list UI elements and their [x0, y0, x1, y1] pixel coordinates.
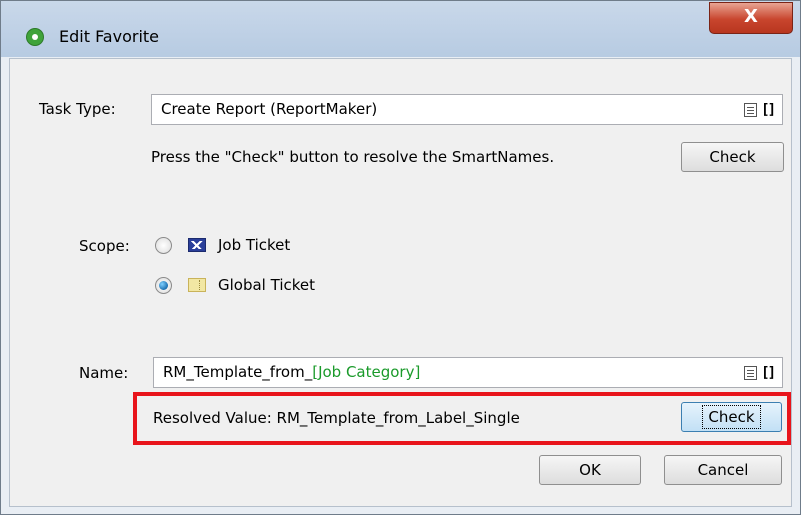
title-bar[interactable]: Edit Favorite X — [1, 1, 800, 57]
close-button[interactable]: X — [709, 2, 793, 34]
resolved-value-text: Resolved Value: RM_Template_from_Label_S… — [153, 409, 520, 427]
global-ticket-radio[interactable] — [155, 277, 172, 294]
cancel-label: Cancel — [697, 461, 749, 479]
smartname-bracket-icon[interactable]: [] — [761, 366, 776, 380]
name-field[interactable]: RM_Template_from_[Job Category] [] — [153, 357, 783, 388]
job-ticket-radio[interactable] — [155, 237, 172, 254]
check-hint-text: Press the "Check" button to resolve the … — [151, 148, 555, 166]
cancel-button[interactable]: Cancel — [664, 455, 782, 485]
scope-label: Scope: — [79, 237, 130, 255]
task-type-check-button[interactable]: Check — [681, 142, 784, 172]
ok-button[interactable]: OK — [539, 455, 641, 485]
task-type-label: Task Type: — [39, 100, 116, 118]
name-value-prefix: RM_Template_from_ — [163, 363, 313, 381]
name-check-label: Check — [702, 405, 761, 429]
list-icon[interactable] — [744, 103, 758, 117]
name-value: RM_Template_from_[Job Category] — [163, 363, 420, 381]
job-ticket-label[interactable]: Job Ticket — [218, 236, 290, 254]
name-smartname: [Job Category] — [312, 363, 421, 381]
task-type-field[interactable]: Create Report (ReportMaker) [] — [151, 94, 783, 125]
app-icon — [26, 28, 44, 46]
task-type-value: Create Report (ReportMaker) — [161, 100, 378, 118]
dialog-window: Edit Favorite X Task Type: Create Report… — [0, 0, 801, 515]
smartname-bracket-icon[interactable]: [] — [761, 103, 776, 117]
name-check-button[interactable]: Check — [681, 402, 782, 432]
job-ticket-icon — [188, 238, 206, 252]
global-ticket-icon — [188, 278, 206, 292]
dialog-body: Task Type: Create Report (ReportMaker) [… — [9, 58, 792, 507]
list-icon[interactable] — [744, 366, 758, 380]
global-ticket-label[interactable]: Global Ticket — [218, 276, 315, 294]
ok-label: OK — [579, 461, 601, 479]
name-label: Name: — [79, 364, 129, 382]
window-title: Edit Favorite — [59, 27, 160, 46]
task-type-check-label: Check — [709, 148, 756, 166]
